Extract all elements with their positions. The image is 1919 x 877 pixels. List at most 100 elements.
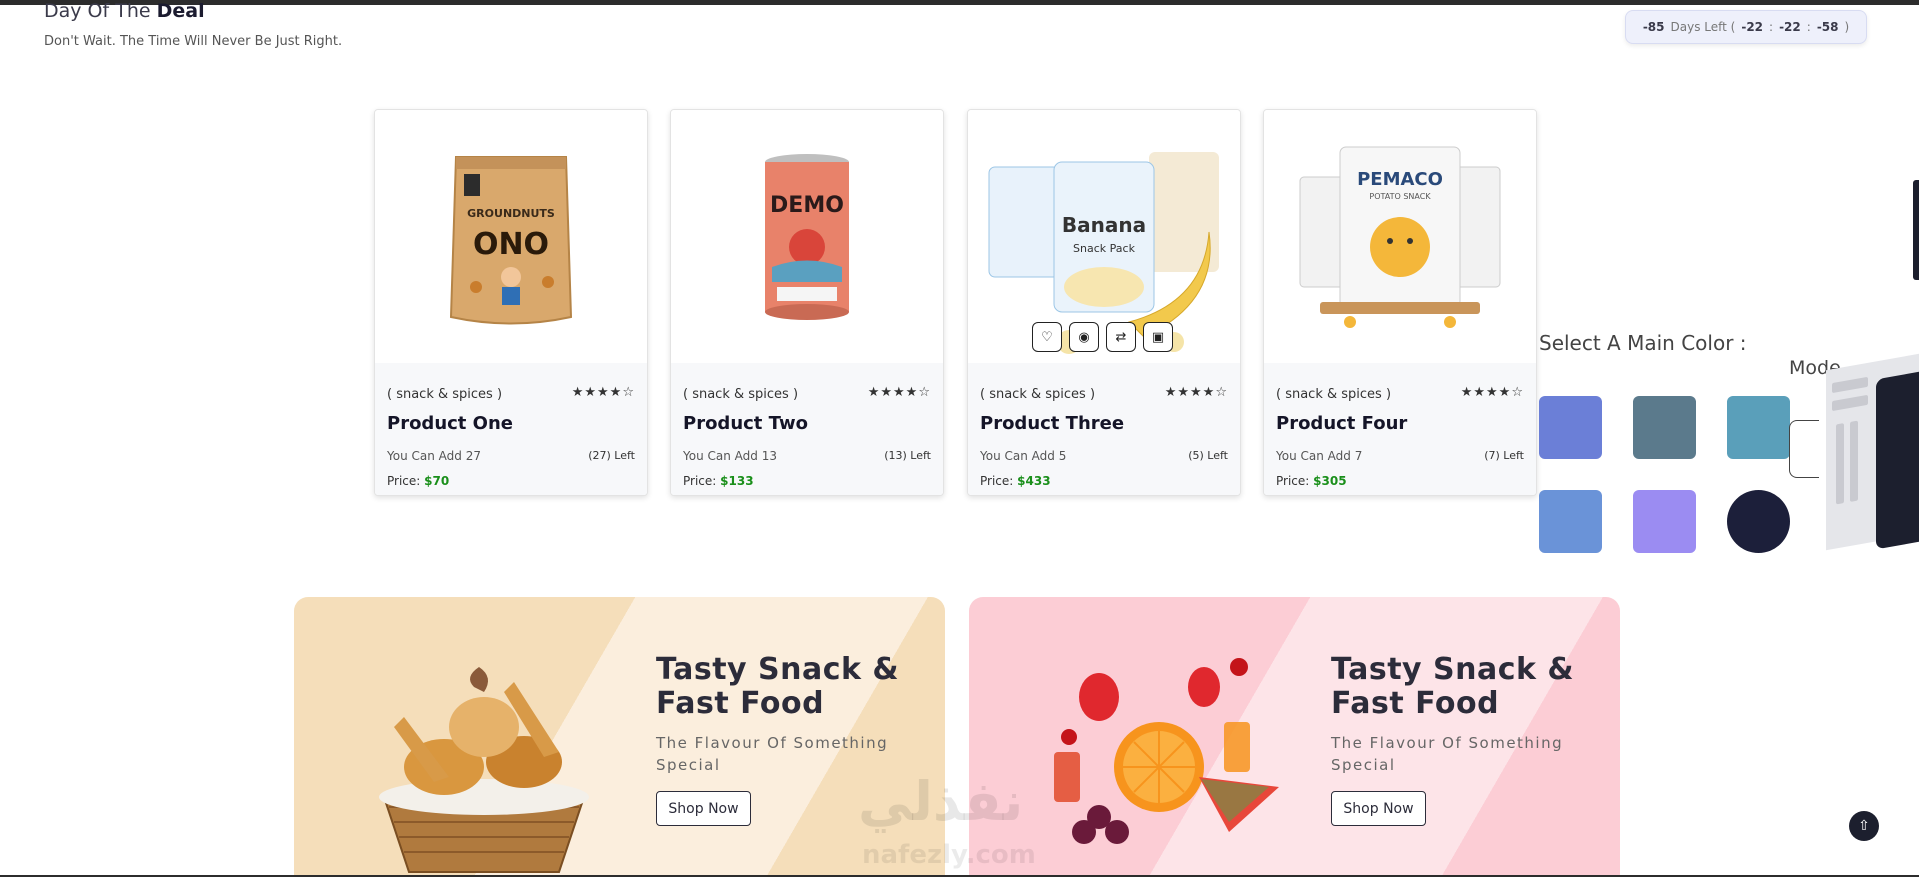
countdown-sep: : — [1769, 20, 1774, 34]
product-price: Price: $305 — [1276, 474, 1347, 488]
preview-bar — [1850, 420, 1858, 502]
product-card[interactable]: Banana Snack Pack ♡ ◉ ⇄ ▣ ( snack & spic… — [967, 109, 1241, 496]
preview-bar — [1832, 394, 1868, 412]
scrollbar-thumb[interactable] — [1913, 180, 1919, 280]
banner-subtitle: The Flavour Of Something Special — [656, 732, 888, 776]
countdown-close: ) — [1844, 20, 1850, 34]
banner-heading-line2: Fast Food — [656, 686, 825, 721]
color-swatch-selected[interactable] — [1727, 490, 1790, 553]
product-image[interactable]: Banana Snack Pack ♡ ◉ ⇄ ▣ — [968, 110, 1240, 363]
color-swatch[interactable] — [1539, 490, 1602, 553]
product-info: ( snack & spices ) ★★★★☆ Product Four Yo… — [1264, 363, 1536, 495]
product-add-count: You Can Add 13 — [683, 449, 777, 463]
countdown-seconds: -58 — [1816, 20, 1839, 34]
color-swatch[interactable] — [1633, 490, 1696, 553]
price-value: $70 — [424, 474, 450, 488]
rating-stars-icon: ★★★★☆ — [1164, 385, 1228, 400]
product-stock-left: (7) Left — [1484, 449, 1524, 462]
product-stock-left: (27) Left — [588, 449, 635, 462]
product-price: Price: $433 — [980, 474, 1051, 488]
shop-now-button[interactable]: Shop Now — [1331, 791, 1426, 826]
banner-subtitle-line2: Special — [1331, 756, 1396, 774]
fruit-splash-image — [1054, 658, 1279, 844]
svg-text:PEMACO: PEMACO — [1357, 169, 1443, 190]
product-card[interactable]: PEMACO POTATO SNACK ( snack & spices ) ★… — [1263, 109, 1537, 496]
color-swatch[interactable] — [1727, 396, 1790, 459]
product-image[interactable]: GROUNDNUTS ONO — [375, 110, 647, 363]
product-info: ( snack & spices ) ★★★★☆ Product One You… — [375, 363, 647, 495]
deal-title-prefix: Day Of The — [44, 0, 151, 22]
deal-title-bold: Deal — [156, 0, 205, 22]
compare-icon[interactable]: ⇄ — [1106, 322, 1136, 352]
color-picker-label: Select A Main Color : — [1539, 331, 1747, 355]
banner-heading-line2: Fast Food — [1331, 686, 1500, 721]
banner-subtitle: The Flavour Of Something Special — [1331, 732, 1563, 776]
product-stock-left: (5) Left — [1188, 449, 1228, 462]
product-name[interactable]: Product Two — [683, 413, 808, 434]
countdown-minutes: -22 — [1779, 20, 1801, 34]
eye-icon[interactable]: ◉ — [1069, 322, 1099, 352]
product-info: ( snack & spices ) ★★★★☆ Product Two You… — [671, 363, 943, 495]
mode-toggle-tab[interactable] — [1789, 420, 1819, 478]
product-action-icons: ♡ ◉ ⇄ ▣ — [1032, 322, 1173, 352]
svg-text:ONO: ONO — [473, 227, 549, 262]
svg-text:POTATO SNACK: POTATO SNACK — [1369, 192, 1431, 201]
price-label: Price: — [980, 474, 1014, 488]
price-label: Price: — [387, 474, 421, 488]
can-image: DEMO — [765, 153, 849, 320]
deal-countdown: -85 Days Left ( -22 : -22 : -58 ) — [1625, 10, 1867, 44]
mode-preview-thumbnail[interactable] — [1826, 353, 1919, 551]
countdown-sep: : — [1806, 20, 1811, 34]
banner-subtitle-line1: The Flavour Of Something — [1331, 734, 1564, 752]
rating-stars-icon: ★★★★☆ — [571, 385, 635, 400]
rating-stars-icon: ★★★★☆ — [1460, 385, 1524, 400]
deal-title: Day Of The Deal — [44, 0, 205, 22]
watermark-arabic: نفذلي — [858, 770, 1024, 833]
banner-subtitle-line2: Special — [656, 756, 721, 774]
preview-bar — [1836, 423, 1844, 505]
price-label: Price: — [683, 474, 717, 488]
product-card[interactable]: GROUNDNUTS ONO ( snack & spices ) ★★★★☆ … — [374, 109, 648, 496]
color-swatch[interactable] — [1633, 396, 1696, 459]
product-category: ( snack & spices ) — [387, 387, 503, 402]
banner-subtitle-line1: The Flavour Of Something — [656, 734, 889, 752]
price-value: $433 — [1017, 474, 1051, 488]
bread-basket-image — [379, 667, 589, 873]
product-image[interactable]: DEMO — [671, 110, 943, 363]
color-swatch[interactable] — [1539, 396, 1602, 459]
scroll-to-top-icon[interactable]: ⇧ — [1849, 811, 1879, 841]
rating-stars-icon: ★★★★☆ — [867, 385, 931, 400]
cart-icon[interactable]: ▣ — [1143, 322, 1173, 352]
product-add-count: You Can Add 27 — [387, 449, 481, 463]
product-info: ( snack & spices ) ★★★★☆ Product Three Y… — [968, 363, 1240, 495]
potato-snack-image: PEMACO POTATO SNACK — [1299, 146, 1501, 328]
shop-now-button[interactable]: Shop Now — [656, 791, 751, 826]
watermark-latin: nafezly.com — [862, 840, 1036, 870]
promo-banner[interactable]: Tasty Snack & Fast Food The Flavour Of So… — [969, 597, 1620, 877]
product-category: ( snack & spices ) — [1276, 387, 1392, 402]
product-name[interactable]: Product Four — [1276, 413, 1407, 434]
price-label: Price: — [1276, 474, 1310, 488]
product-name[interactable]: Product One — [387, 413, 513, 434]
svg-text:Banana: Banana — [1062, 213, 1146, 237]
product-name[interactable]: Product Three — [980, 413, 1124, 434]
product-price: Price: $133 — [683, 474, 754, 488]
product-add-count: You Can Add 7 — [1276, 449, 1363, 463]
svg-text:Snack Pack: Snack Pack — [1073, 242, 1136, 255]
banner-heading-line1: Tasty Snack & — [656, 652, 900, 687]
price-value: $133 — [720, 474, 754, 488]
preview-bar — [1832, 376, 1868, 394]
price-value: $305 — [1313, 474, 1347, 488]
heart-icon[interactable]: ♡ — [1032, 322, 1062, 352]
countdown-days-label: Days Left ( — [1670, 20, 1736, 34]
product-add-count: You Can Add 5 — [980, 449, 1067, 463]
countdown-hours: -22 — [1741, 20, 1764, 34]
product-price: Price: $70 — [387, 474, 449, 488]
top-bar — [0, 0, 1919, 5]
countdown-days: -85 — [1642, 20, 1665, 34]
product-card[interactable]: DEMO ( snack & spices ) ★★★★☆ Product Tw… — [670, 109, 944, 496]
product-image[interactable]: PEMACO POTATO SNACK — [1264, 110, 1536, 363]
svg-text:GROUNDNUTS: GROUNDNUTS — [467, 207, 555, 220]
promo-banner[interactable]: Tasty Snack & Fast Food The Flavour Of So… — [294, 597, 945, 877]
banner-heading: Tasty Snack & Fast Food — [656, 653, 899, 721]
